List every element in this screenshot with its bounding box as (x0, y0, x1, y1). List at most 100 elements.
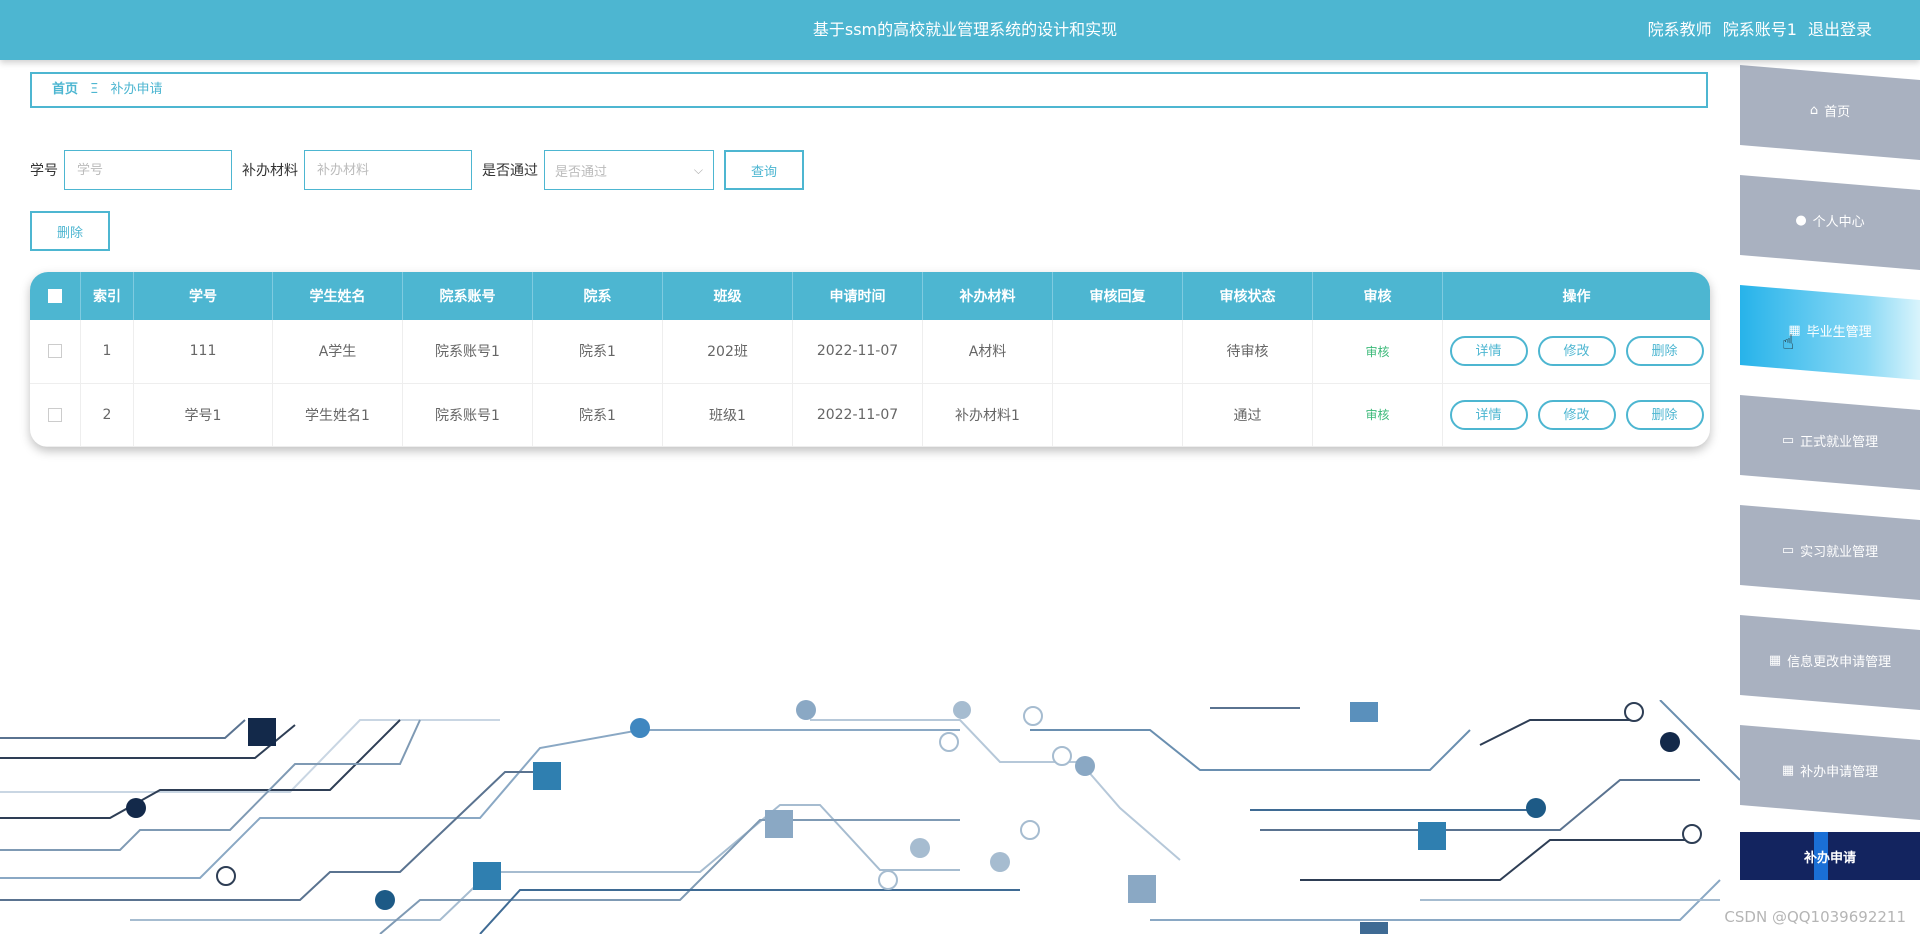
cell-dept-account: 院系账号1 (402, 320, 533, 383)
material-input[interactable] (304, 150, 472, 190)
sidebar-item-graduates[interactable]: ▦ 毕业生管理 (1740, 280, 1920, 380)
sidebar-subitem-label: 补办申请 (1803, 850, 1856, 866)
sidebar-item-content: ▦ 毕业生管理 (1740, 280, 1920, 380)
cell-operations: 详情 修改 删除 (1443, 320, 1711, 383)
user-info: 院系教师 院系账号1 退出登录 (1642, 0, 1872, 60)
passed-label: 是否通过 (482, 163, 538, 179)
sidebar-item-formal-employment[interactable]: ▭ 正式就业管理 (1740, 390, 1920, 490)
cell-student-name: 学生姓名1 (272, 383, 403, 446)
cell-student-no: 学号1 (133, 383, 273, 446)
sidebar-item-label: 首页 (1824, 104, 1851, 120)
cell-status: 待审核 (1182, 320, 1313, 383)
sidebar: ⌂ 首页 ● 个人中心 ▦ 毕业生管理 ▭ 正式就业管理 ▭ 实习就业管理 ▦ 信息更改申请… (1740, 60, 1920, 934)
col-dept: 院系 (532, 272, 663, 320)
grid-icon: ▦ (1781, 762, 1795, 778)
select-all-checkbox[interactable] (48, 289, 62, 303)
sidebar-item-label: 毕业生管理 (1806, 324, 1872, 340)
passed-select[interactable]: 是否通过 ⌵ (544, 150, 714, 190)
row-checkbox-cell (30, 383, 81, 446)
watermark: CSDN @QQ1039692211 (1724, 908, 1906, 926)
sidebar-subitem-reissue-apply[interactable]: 补办申请 (1740, 832, 1920, 880)
col-apply-time: 申请时间 (792, 272, 923, 320)
circuit-background-illustration (0, 700, 1740, 934)
delete-button[interactable]: 删除 (1625, 399, 1704, 430)
grid-icon: ▦ (1768, 652, 1782, 668)
cell-operations: 详情 修改 删除 (1443, 383, 1711, 446)
sidebar-item-content: ▦ 信息更改申请管理 (1740, 610, 1920, 710)
cell-class: 班级1 (662, 383, 793, 446)
col-index: 索引 (80, 272, 134, 320)
cell-index: 1 (80, 320, 134, 383)
audit-link[interactable]: 审核 (1365, 408, 1389, 422)
sidebar-item-content: ▭ 实习就业管理 (1740, 500, 1920, 600)
top-bar: 基于ssm的高校就业管理系统的设计和实现 院系教师 院系账号1 退出登录 (0, 0, 1920, 60)
sidebar-item-label: 补办申请管理 (1800, 764, 1879, 780)
chevron-down-icon: ⌵ (693, 162, 703, 177)
cell-audit: 审核 (1312, 320, 1443, 383)
cell-dept-account: 院系账号1 (402, 383, 533, 446)
edit-button[interactable]: 修改 (1537, 336, 1616, 367)
sidebar-item-label: 个人中心 (1812, 214, 1865, 230)
breadcrumb-separator-icon: Ξ (90, 82, 99, 97)
student-no-label: 学号 (30, 163, 58, 179)
cell-status: 通过 (1182, 383, 1313, 446)
cell-reply (1052, 320, 1183, 383)
home-icon: ⌂ (1809, 102, 1819, 118)
col-reply: 审核回复 (1052, 272, 1183, 320)
student-no-input[interactable] (64, 150, 232, 190)
passed-select-placeholder: 是否通过 (555, 164, 608, 180)
batch-delete-button[interactable]: 删除 (30, 211, 110, 251)
cell-dept: 院系1 (532, 320, 663, 383)
sidebar-item-home[interactable]: ⌂ 首页 (1740, 60, 1920, 160)
detail-button[interactable]: 详情 (1449, 336, 1528, 367)
detail-button[interactable]: 详情 (1449, 399, 1528, 430)
breadcrumb: 首页 Ξ 补办申请 (30, 72, 1708, 108)
cell-dept: 院系1 (532, 383, 663, 446)
logout-link[interactable]: 退出登录 (1808, 20, 1872, 39)
cell-material: A材料 (922, 320, 1053, 383)
sidebar-item-info-change[interactable]: ▦ 信息更改申请管理 (1740, 610, 1920, 710)
cell-reply (1052, 383, 1183, 446)
material-label: 补办材料 (242, 163, 298, 179)
sidebar-item-label: 信息更改申请管理 (1787, 654, 1892, 670)
delete-button[interactable]: 删除 (1625, 336, 1704, 367)
cell-class: 202班 (662, 320, 793, 383)
cell-index: 2 (80, 383, 134, 446)
row-checkbox-cell (30, 320, 81, 383)
col-material: 补办材料 (922, 272, 1053, 320)
search-bar: 学号 补办材料 是否通过 是否通过 ⌵ 查询 (30, 150, 804, 190)
col-status: 审核状态 (1182, 272, 1313, 320)
monitor-icon: ▭ (1781, 432, 1795, 448)
sidebar-item-content: ⌂ 首页 (1740, 60, 1920, 160)
edit-button[interactable]: 修改 (1537, 399, 1616, 430)
user-account: 院系账号1 (1722, 20, 1797, 39)
table-row: 2 学号1 学生姓名1 院系账号1 院系1 班级1 2022-11-07 补办材… (30, 383, 1710, 446)
audit-link[interactable]: 审核 (1365, 345, 1389, 359)
data-table: 索引 学号 学生姓名 院系账号 院系 班级 申请时间 补办材料 审核回复 审核状… (30, 272, 1710, 447)
cell-student-name: A学生 (272, 320, 403, 383)
sidebar-item-internship-employment[interactable]: ▭ 实习就业管理 (1740, 500, 1920, 600)
mouse-pointer-icon: ☝ (1782, 330, 1795, 354)
query-button[interactable]: 查询 (724, 150, 804, 190)
table-row: 1 111 A学生 院系账号1 院系1 202班 2022-11-07 A材料 … (30, 320, 1710, 383)
select-all-cell (30, 272, 81, 320)
user-role: 院系教师 (1647, 20, 1712, 39)
breadcrumb-current: 补办申请 (110, 82, 163, 97)
row-checkbox[interactable] (48, 344, 62, 359)
col-student-no: 学号 (133, 272, 273, 320)
sidebar-item-reissue[interactable]: ▦ 补办申请管理 (1740, 720, 1920, 820)
cell-apply-time: 2022-11-07 (792, 320, 923, 383)
breadcrumb-home[interactable]: 首页 (52, 82, 78, 97)
cell-apply-time: 2022-11-07 (792, 383, 923, 446)
cell-student-no: 111 (133, 320, 273, 383)
sidebar-item-content: ▦ 补办申请管理 (1740, 720, 1920, 820)
col-operations: 操作 (1562, 289, 1591, 305)
cell-audit: 审核 (1312, 383, 1443, 446)
sidebar-item-label: 实习就业管理 (1800, 544, 1879, 560)
app-title: 基于ssm的高校就业管理系统的设计和实现 (812, 20, 1118, 39)
col-class: 班级 (662, 272, 793, 320)
user-icon: ● (1795, 212, 1807, 228)
sidebar-item-content: ▭ 正式就业管理 (1740, 390, 1920, 490)
row-checkbox[interactable] (48, 407, 62, 422)
sidebar-item-profile[interactable]: ● 个人中心 (1740, 170, 1920, 270)
